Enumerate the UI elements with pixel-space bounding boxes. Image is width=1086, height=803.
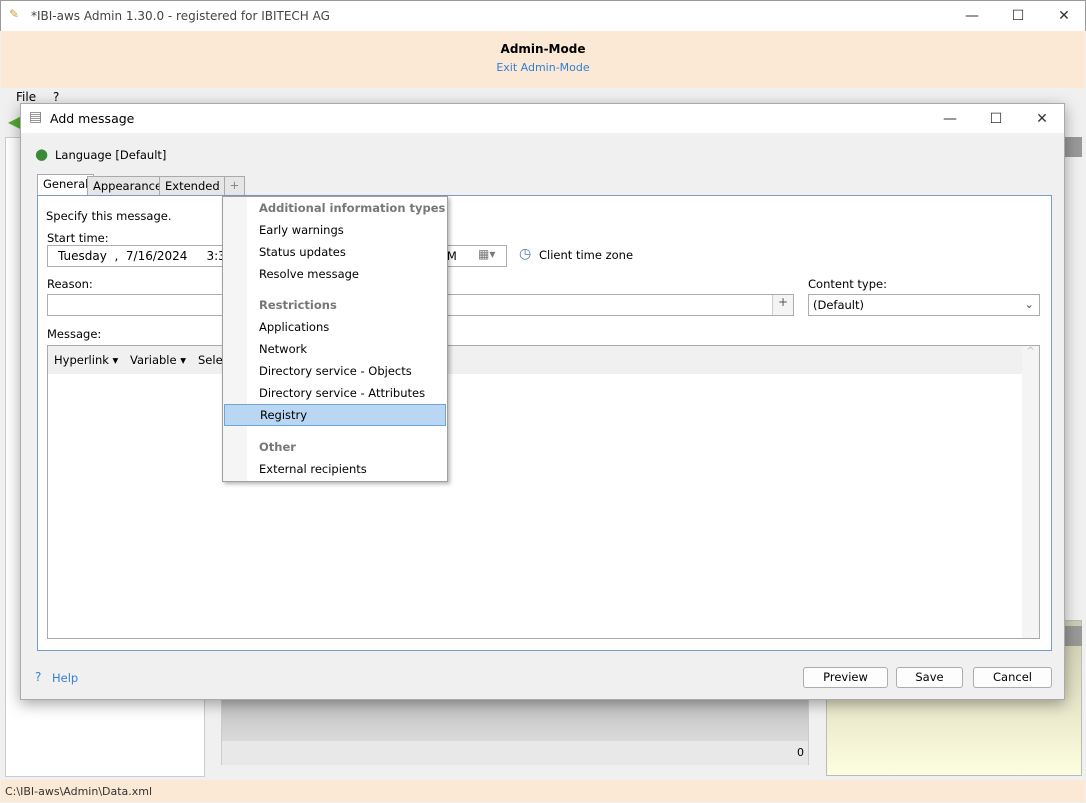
editor-toolbar: Hyperlink ▾ Variable ▾ Selec [48,346,1039,374]
tab-general[interactable]: General [37,174,94,197]
hyperlink-dropdown[interactable]: Hyperlink ▾ [54,353,118,367]
content-type-select[interactable]: (Default) ⌄ [808,294,1040,316]
center-panel: 0 [221,690,809,765]
add-message-dialog: ▤ Add message — ☐ ✕ ● Language [Default]… [20,103,1065,700]
preview-button[interactable]: Preview [803,667,888,688]
close-button[interactable]: ✕ [1041,1,1086,31]
status-bar: C:\IBI-aws\Admin\Data.xml [1,780,1085,802]
content-type-label: Content type: [808,277,887,291]
globe-icon: ● [35,145,48,163]
menu-item-registry[interactable]: Registry [224,404,446,426]
scrollbar-thumb[interactable] [1064,626,1082,646]
admin-banner: Admin-Mode Exit Admin-Mode [1,31,1085,88]
menu-item-status-updates[interactable]: Status updates [224,241,446,263]
client-time-zone[interactable]: Client time zone [539,248,633,262]
message-label: Message: [47,327,101,341]
window-title: *IBI-aws Admin 1.30.0 - registered for I… [31,9,330,23]
count-value: 0 [222,741,808,765]
menu-header-additional: Additional information types [224,197,446,219]
calendar-dropdown-icon[interactable]: ▦▾ [478,247,495,261]
dialog-title: Add message [50,111,134,126]
editor-scrollbar[interactable]: ^ [1022,346,1039,638]
menu-item-early-warnings[interactable]: Early warnings [224,219,446,241]
menu-help[interactable]: ? [53,90,59,104]
help-icon: ? [35,670,41,684]
minimize-button[interactable]: — [949,1,995,31]
specify-text: Specify this message. [46,209,171,223]
tab-extended[interactable]: Extended [159,176,226,196]
add-tab-button[interactable]: + [224,176,245,196]
cancel-button[interactable]: Cancel [973,667,1052,688]
menu-item-resolve-message[interactable]: Resolve message [224,263,446,285]
menu-item-network[interactable]: Network [224,338,446,360]
app-icon: ✎ [9,7,19,21]
variable-dropdown[interactable]: Variable ▾ [130,353,186,367]
add-reason-button[interactable]: + [772,295,793,315]
message-editor[interactable]: Hyperlink ▾ Variable ▾ Selec ^ [47,345,1040,639]
maximize-button[interactable]: ☐ [995,1,1041,31]
clock-icon: ◷ [519,246,531,262]
menu-header-restrictions: Restrictions [224,294,446,316]
add-tab-menu: Additional information types Early warni… [222,196,448,482]
help-link[interactable]: Help [52,671,78,685]
content-type-value: (Default) [813,298,864,312]
save-button[interactable]: Save [896,667,963,688]
dialog-close-button[interactable]: ✕ [1019,104,1065,134]
exit-admin-mode-link[interactable]: Exit Admin-Mode [1,61,1085,74]
menu-item-ds-attributes[interactable]: Directory service - Attributes [224,382,446,404]
dialog-titlebar: ▤ Add message — ☐ ✕ [21,104,1064,133]
start-time-label: Start time: [47,231,109,245]
window-titlebar: ✎ *IBI-aws Admin 1.30.0 - registered for… [0,0,1086,31]
back-arrow-icon[interactable]: ◀ [8,112,20,131]
menu-header-other: Other [224,436,446,458]
tab-appearance[interactable]: Appearance [87,176,168,196]
language-selector[interactable]: Language [Default] [55,148,166,162]
dialog-maximize-button[interactable]: ☐ [973,104,1019,134]
message-icon: ▤ [29,109,42,125]
scrollbar-thumb[interactable] [1064,137,1082,157]
menu-file[interactable]: File [16,90,36,104]
menu-item-ds-objects[interactable]: Directory service - Objects [224,360,446,382]
menu-item-external-recipients[interactable]: External recipients [224,458,446,480]
reason-label: Reason: [47,277,93,291]
dialog-minimize-button[interactable]: — [927,104,973,134]
menu-bar: File ? [1,88,1085,104]
chevron-down-icon: ⌄ [1024,297,1034,311]
general-tab-panel: Specify this message. Start time: Tuesda… [37,195,1052,651]
menu-item-applications[interactable]: Applications [224,316,446,338]
admin-mode-label: Admin-Mode [1,42,1085,56]
